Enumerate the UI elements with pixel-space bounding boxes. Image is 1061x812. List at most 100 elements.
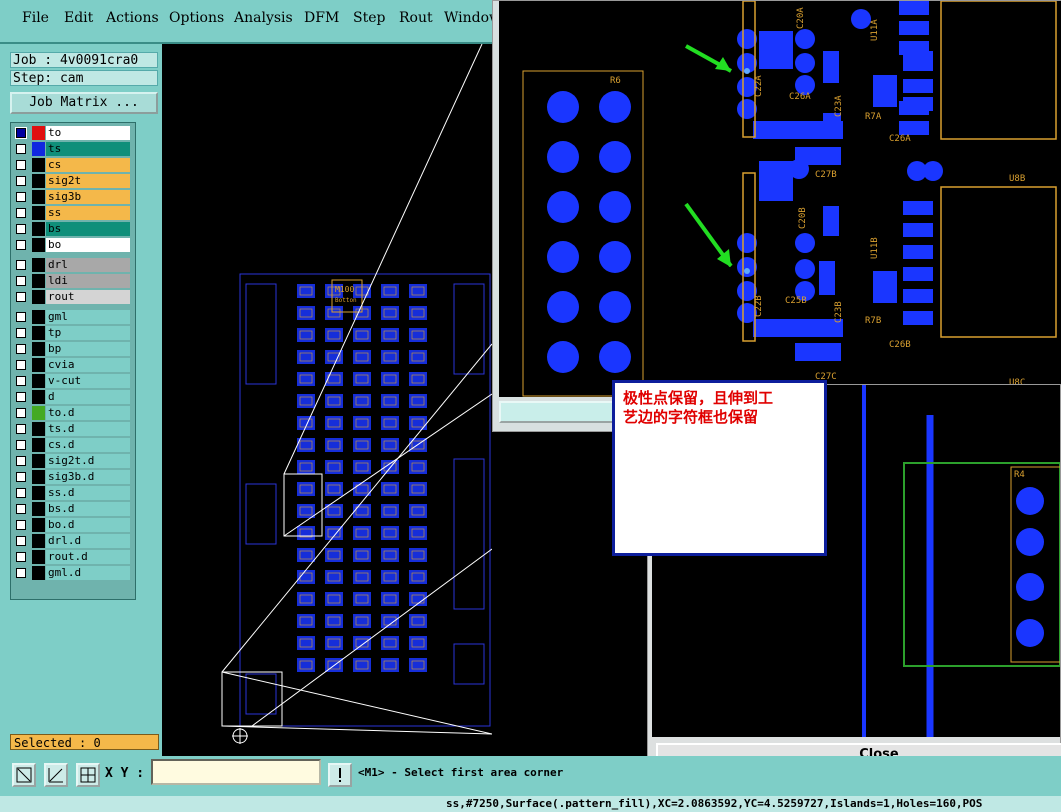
layer-row-ts[interactable]: ts [12,142,132,156]
layer-name[interactable]: bs [46,222,130,236]
layer-color-swatch[interactable] [32,390,45,404]
layer-checkbox[interactable] [16,292,26,302]
layer-row-sig3b[interactable]: sig3b [12,190,132,204]
layer-checkbox[interactable] [16,424,26,434]
grid-icon[interactable] [76,763,100,787]
layer-checkbox[interactable] [16,456,26,466]
layer-name[interactable]: cs [46,158,130,172]
layer-row-ss[interactable]: ss [12,206,132,220]
layer-color-swatch[interactable] [32,158,45,172]
menu-dfm[interactable]: DFM [304,10,339,26]
menu-options[interactable]: Options [169,10,224,26]
layer-color-swatch[interactable] [32,534,45,548]
layer-checkbox[interactable] [16,192,26,202]
layer-color-swatch[interactable] [32,502,45,516]
layer-color-swatch[interactable] [32,518,45,532]
layer-row-sig2t[interactable]: sig2t [12,174,132,188]
layer-color-swatch[interactable] [32,566,45,580]
layer-row-rout[interactable]: rout [12,290,132,304]
layer-color-swatch[interactable] [32,374,45,388]
layer-row-to[interactable]: to [12,126,132,140]
layer-color-swatch[interactable] [32,206,45,220]
layer-row-sig3b.d[interactable]: sig3b.d [12,470,132,484]
layer-checkbox[interactable] [16,328,26,338]
layer-name[interactable]: rout.d [46,550,130,564]
zoom-area-icon[interactable] [12,763,36,787]
layer-checkbox[interactable] [16,312,26,322]
layer-checkbox[interactable] [15,127,27,139]
layer-name[interactable]: drl [46,258,130,272]
menu-actions[interactable]: Actions [106,10,159,26]
layer-checkbox[interactable] [16,344,26,354]
layer-name[interactable]: bo [46,238,130,252]
layer-row-tp[interactable]: tp [12,326,132,340]
layer-checkbox[interactable] [16,568,26,578]
layer-color-swatch[interactable] [32,406,45,420]
layer-checkbox[interactable] [16,520,26,530]
layer-name[interactable]: sig3b [46,190,130,204]
layer-name[interactable]: to [46,126,130,140]
layer-row-rout.d[interactable]: rout.d [12,550,132,564]
layer-color-swatch[interactable] [32,550,45,564]
job-matrix-button[interactable]: Job Matrix ... [10,92,158,114]
layer-checkbox[interactable] [16,240,26,250]
measure-icon[interactable] [44,763,68,787]
layer-color-swatch[interactable] [32,190,45,204]
layer-checkbox[interactable] [16,408,26,418]
layer-color-swatch[interactable] [32,142,45,156]
layer-checkbox[interactable] [16,488,26,498]
layer-color-swatch[interactable] [32,438,45,452]
layer-row-to.d[interactable]: to.d [12,406,132,420]
layer-color-swatch[interactable] [32,422,45,436]
layer-name[interactable]: ts.d [46,422,130,436]
layer-checkbox[interactable] [16,504,26,514]
layer-color-swatch[interactable] [32,454,45,468]
menu-step[interactable]: Step [353,10,385,26]
layer-name[interactable]: ts [46,142,130,156]
layer-row-drl.d[interactable]: drl.d [12,534,132,548]
layer-checkbox[interactable] [16,440,26,450]
layer-checkbox[interactable] [16,160,26,170]
layer-checkbox[interactable] [16,552,26,562]
layer-name[interactable]: v-cut [46,374,130,388]
layer-row-ldi[interactable]: ldi [12,274,132,288]
menu-edit[interactable]: Edit [64,10,93,26]
layer-row-sig2t.d[interactable]: sig2t.d [12,454,132,468]
layer-color-swatch[interactable] [32,126,45,140]
alert-icon[interactable] [328,763,352,787]
layer-row-gml[interactable]: gml [12,310,132,324]
layer-color-swatch[interactable] [32,326,45,340]
layer-color-swatch[interactable] [32,174,45,188]
layer-name[interactable]: gml [46,310,130,324]
layer-color-swatch[interactable] [32,310,45,324]
layer-checkbox[interactable] [16,208,26,218]
layer-row-gml.d[interactable]: gml.d [12,566,132,580]
layer-name[interactable]: sig2t.d [46,454,130,468]
layer-name[interactable]: bo.d [46,518,130,532]
layer-name[interactable]: ss [46,206,130,220]
layer-row-bs.d[interactable]: bs.d [12,502,132,516]
layer-color-swatch[interactable] [32,342,45,356]
layer-checkbox[interactable] [16,224,26,234]
layer-name[interactable]: d [46,390,130,404]
layer-name[interactable]: sig3b.d [46,470,130,484]
layer-row-v-cut[interactable]: v-cut [12,374,132,388]
layer-row-bo[interactable]: bo [12,238,132,252]
layer-color-swatch[interactable] [32,274,45,288]
layer-checkbox[interactable] [16,276,26,286]
layer-color-swatch[interactable] [32,258,45,272]
layer-checkbox[interactable] [16,536,26,546]
main-canvas[interactable]: M100 Botton [162,44,492,756]
layer-name[interactable]: to.d [46,406,130,420]
layer-checkbox[interactable] [16,360,26,370]
layer-row-bo.d[interactable]: bo.d [12,518,132,532]
layer-name[interactable]: drl.d [46,534,130,548]
layer-name[interactable]: ldi [46,274,130,288]
layer-checkbox[interactable] [16,176,26,186]
layer-row-drl[interactable]: drl [12,258,132,272]
layer-row-bp[interactable]: bp [12,342,132,356]
layer-name[interactable]: bp [46,342,130,356]
layer-row-cvia[interactable]: cvia [12,358,132,372]
menu-analysis[interactable]: Analysis [234,10,293,26]
zoom-window-button[interactable] [499,401,623,423]
